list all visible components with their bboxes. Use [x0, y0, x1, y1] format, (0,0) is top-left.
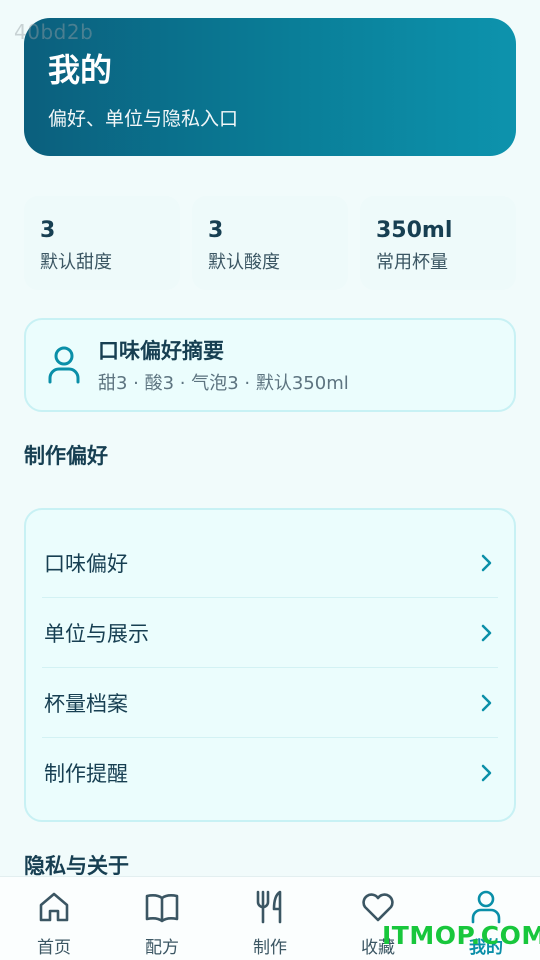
stat-value: 350ml — [376, 218, 453, 243]
tab-recipes[interactable]: 配方 — [108, 877, 216, 960]
stat-value: 3 — [208, 218, 224, 243]
section-title-prefs: 制作偏好 — [24, 444, 108, 468]
watermark-bottom: ITMOP.COM — [382, 921, 540, 950]
taste-summary-card[interactable]: 口味偏好摘要 甜3 · 酸3 · 气泡3 · 默认350ml — [24, 318, 516, 412]
stats-row: 3 默认甜度 3 默认酸度 350ml 常用杯量 — [24, 196, 516, 290]
header-banner: 我的 偏好、单位与隐私入口 — [24, 18, 516, 156]
menu-item-reminders[interactable]: 制作提醒 — [42, 738, 498, 808]
chevron-right-icon — [481, 624, 492, 641]
chevron-right-icon — [481, 554, 492, 571]
summary-text: 口味偏好摘要 甜3 · 酸3 · 气泡3 · 默认350ml — [98, 335, 349, 395]
chevron-right-icon — [481, 764, 492, 782]
menu-item-label: 单位与展示 — [44, 621, 149, 646]
page-subtitle: 偏好、单位与隐私入口 — [48, 108, 239, 130]
tab-label: 首页 — [37, 938, 71, 958]
home-icon — [39, 892, 69, 922]
stat-value: 3 — [40, 218, 56, 243]
stat-label: 默认甜度 — [40, 252, 112, 273]
utensils-icon — [256, 890, 282, 924]
menu-item-cup-profile[interactable]: 杯量档案 — [42, 668, 498, 738]
menu-item-label: 口味偏好 — [44, 551, 128, 576]
tab-home[interactable]: 首页 — [0, 877, 108, 960]
heart-icon — [362, 893, 394, 922]
user-icon — [48, 346, 80, 384]
summary-desc: 甜3 · 酸3 · 气泡3 · 默认350ml — [98, 373, 349, 394]
tab-label: 配方 — [145, 938, 179, 958]
tab-make[interactable]: 制作 — [216, 877, 324, 960]
summary-title: 口味偏好摘要 — [98, 339, 224, 363]
chevron-right-icon — [481, 694, 492, 711]
menu-item-label: 制作提醒 — [44, 762, 128, 786]
stat-acidity: 3 默认酸度 — [192, 196, 348, 290]
menu-item-units[interactable]: 单位与展示 — [42, 598, 498, 668]
watermark-top: 40bd2b — [14, 20, 94, 44]
stat-label: 常用杯量 — [376, 252, 448, 273]
book-icon — [145, 894, 179, 923]
stat-sweetness: 3 默认甜度 — [24, 196, 180, 290]
menu-item-taste[interactable]: 口味偏好 — [42, 528, 498, 598]
user-icon — [471, 890, 501, 924]
stat-cup-volume: 350ml 常用杯量 — [360, 196, 516, 290]
menu-item-label: 杯量档案 — [44, 691, 128, 716]
page-title: 我的 — [48, 51, 113, 89]
prefs-menu: 口味偏好 单位与展示 杯量档案 制作提醒 — [24, 508, 516, 822]
tab-label: 制作 — [253, 938, 287, 958]
stat-label: 默认酸度 — [208, 252, 280, 273]
